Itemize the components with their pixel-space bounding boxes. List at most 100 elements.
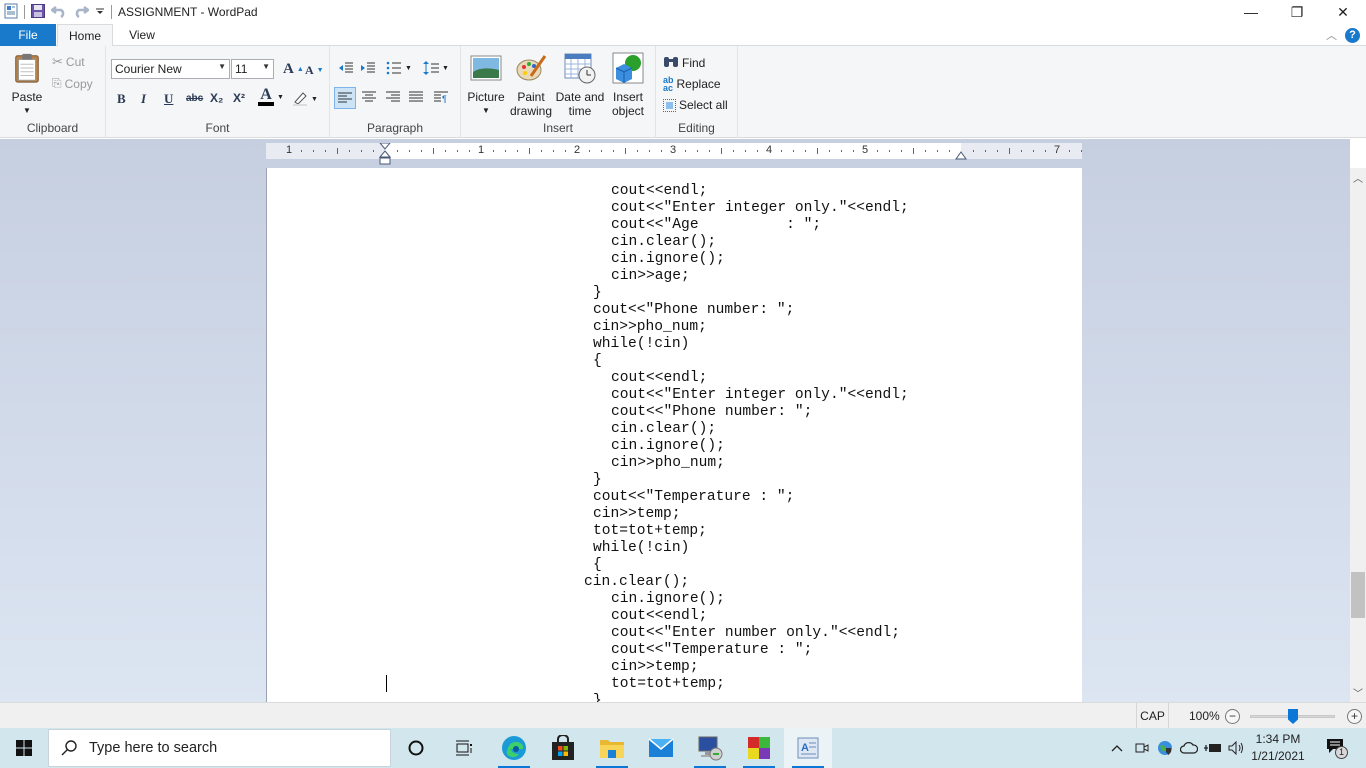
align-right-button[interactable] [386, 91, 400, 103]
mail-taskbar-button[interactable] [637, 728, 685, 768]
align-center-button[interactable] [362, 91, 376, 103]
redo-icon[interactable] [73, 4, 91, 21]
remote-desktop-taskbar-button[interactable] [686, 728, 734, 768]
ruler-tick [901, 150, 902, 152]
grow-font-button[interactable]: A ▲ [283, 61, 304, 78]
tab-file[interactable]: File [0, 24, 56, 46]
color-app-taskbar-button[interactable] [735, 728, 783, 768]
paragraph-settings-button[interactable]: ¶ [434, 91, 448, 103]
bullets-button[interactable]: ▼ [386, 61, 412, 75]
cut-button[interactable]: ✂ Cut [52, 54, 85, 70]
onedrive-tray-button[interactable] [1178, 728, 1200, 768]
paste-dropdown-icon[interactable]: ▼ [8, 104, 46, 118]
volume-tray-button[interactable] [1226, 728, 1248, 768]
italic-button[interactable]: I [141, 91, 146, 107]
shrink-font-button[interactable]: A ▼ [305, 63, 324, 78]
ruler-tick [553, 150, 554, 152]
collapse-ribbon-icon[interactable]: ︿ [1326, 27, 1337, 43]
strikethrough-button[interactable]: abc [186, 93, 203, 104]
scrollbar-thumb[interactable] [1351, 572, 1365, 618]
copy-button[interactable]: ⎘ Copy [52, 76, 93, 91]
ruler-number: 1 [286, 144, 293, 156]
help-icon[interactable]: ? [1345, 27, 1360, 43]
ruler-tick [1033, 150, 1034, 152]
notification-icon: 1 [1326, 738, 1348, 759]
taskbar-search-box[interactable]: Type here to search [48, 729, 391, 767]
battery-tray-button[interactable] [1202, 728, 1224, 768]
replace-button[interactable]: ab ac Replace [663, 76, 721, 93]
bold-button[interactable]: B [117, 91, 126, 107]
task-view-button[interactable] [440, 728, 488, 768]
decrease-indent-button[interactable] [338, 61, 354, 75]
chevron-down-icon[interactable]: ▼ [311, 96, 318, 103]
ruler-tick [349, 150, 350, 152]
meet-now-tray-button[interactable] [1131, 728, 1153, 768]
tab-home[interactable]: Home [57, 24, 113, 47]
zoom-slider-thumb[interactable] [1288, 709, 1298, 724]
justify-button[interactable] [409, 91, 423, 103]
bullet-list-icon [386, 61, 401, 75]
copy-icon: ⎘ [52, 76, 62, 90]
start-button[interactable] [0, 728, 48, 768]
close-button[interactable]: ✕ [1320, 0, 1366, 24]
insert-object-button[interactable]: Insert object [607, 52, 649, 118]
minimize-button[interactable]: — [1228, 0, 1274, 24]
zoom-out-button[interactable]: − [1225, 709, 1240, 724]
restore-button[interactable]: ❐ [1274, 0, 1320, 24]
font-family-select[interactable]: Courier New ▼ [111, 59, 230, 79]
right-indent-marker[interactable] [955, 151, 967, 161]
ruler[interactable]: 1 1 2 3 4 5 7 [266, 143, 1082, 165]
cortana-button[interactable] [392, 728, 440, 768]
store-taskbar-button[interactable] [539, 728, 587, 768]
justify-icon [409, 91, 423, 102]
highlighter-icon [292, 90, 308, 109]
binoculars-icon [663, 54, 679, 71]
superscript-button[interactable]: X² [233, 91, 245, 105]
customize-qat-icon[interactable] [95, 5, 105, 19]
document-text-line: cout<<"Enter integer only."<<endl; [611, 200, 909, 216]
scroll-up-icon[interactable]: ︿ [1350, 170, 1366, 185]
wordpad-app-icon[interactable] [4, 3, 18, 22]
wordpad-taskbar-button[interactable]: A [784, 728, 832, 768]
tab-view[interactable]: View [114, 24, 170, 46]
select-all-button[interactable]: Select all [663, 98, 728, 112]
paste-button[interactable]: Paste ▼ [8, 52, 46, 118]
ruler-tick [361, 150, 362, 152]
scroll-down-icon[interactable]: ﹀ [1350, 685, 1366, 700]
date-time-button[interactable]: Date and time [555, 52, 605, 118]
save-icon[interactable] [31, 3, 45, 21]
picture-button[interactable]: Picture ▼ [465, 52, 507, 118]
chevron-down-icon: ▼ [405, 64, 412, 72]
line-spacing-button[interactable]: ▼ [423, 61, 449, 75]
document-text-line: tot=tot+temp; [593, 523, 707, 539]
vertical-scrollbar[interactable]: ︿ ﹀ [1350, 168, 1366, 702]
file-explorer-taskbar-button[interactable] [588, 728, 636, 768]
taskbar-clock[interactable]: 1:34 PM 1/21/2021 [1248, 731, 1308, 765]
edge-icon [502, 736, 526, 760]
align-right-icon [386, 91, 400, 102]
ruler-tick [817, 148, 818, 154]
action-center-button[interactable]: 1 [1318, 728, 1354, 768]
ruler-tick [745, 150, 746, 152]
font-size-select[interactable]: 11 ▼ [231, 59, 274, 79]
paint-drawing-button[interactable]: Paint drawing [508, 52, 554, 118]
status-bar: CAP 100% − + [0, 702, 1366, 729]
highlight-button[interactable]: ▼ [292, 90, 318, 109]
undo-icon[interactable] [49, 4, 67, 21]
align-left-button[interactable] [334, 87, 356, 109]
font-color-button[interactable]: A ▼ [258, 87, 284, 106]
zoom-level: 100% [1189, 709, 1220, 723]
chevron-down-icon[interactable]: ▼ [277, 94, 284, 101]
subscript-button[interactable]: X₂ [210, 91, 223, 105]
document-page[interactable]: cout<<endl; cout<<"Enter integer only."<<… [266, 168, 1082, 702]
underline-button[interactable]: U [164, 91, 173, 107]
defender-tray-button[interactable] [1154, 728, 1176, 768]
show-hidden-icons-button[interactable] [1106, 728, 1128, 768]
edge-taskbar-button[interactable] [490, 728, 538, 768]
increase-indent-button[interactable] [360, 61, 376, 75]
strikethrough-icon: abc [186, 93, 204, 104]
left-indent-marker[interactable] [379, 143, 391, 165]
find-button[interactable]: Find [663, 54, 705, 71]
zoom-in-button[interactable]: + [1347, 709, 1362, 724]
ruler-tick [325, 150, 326, 152]
